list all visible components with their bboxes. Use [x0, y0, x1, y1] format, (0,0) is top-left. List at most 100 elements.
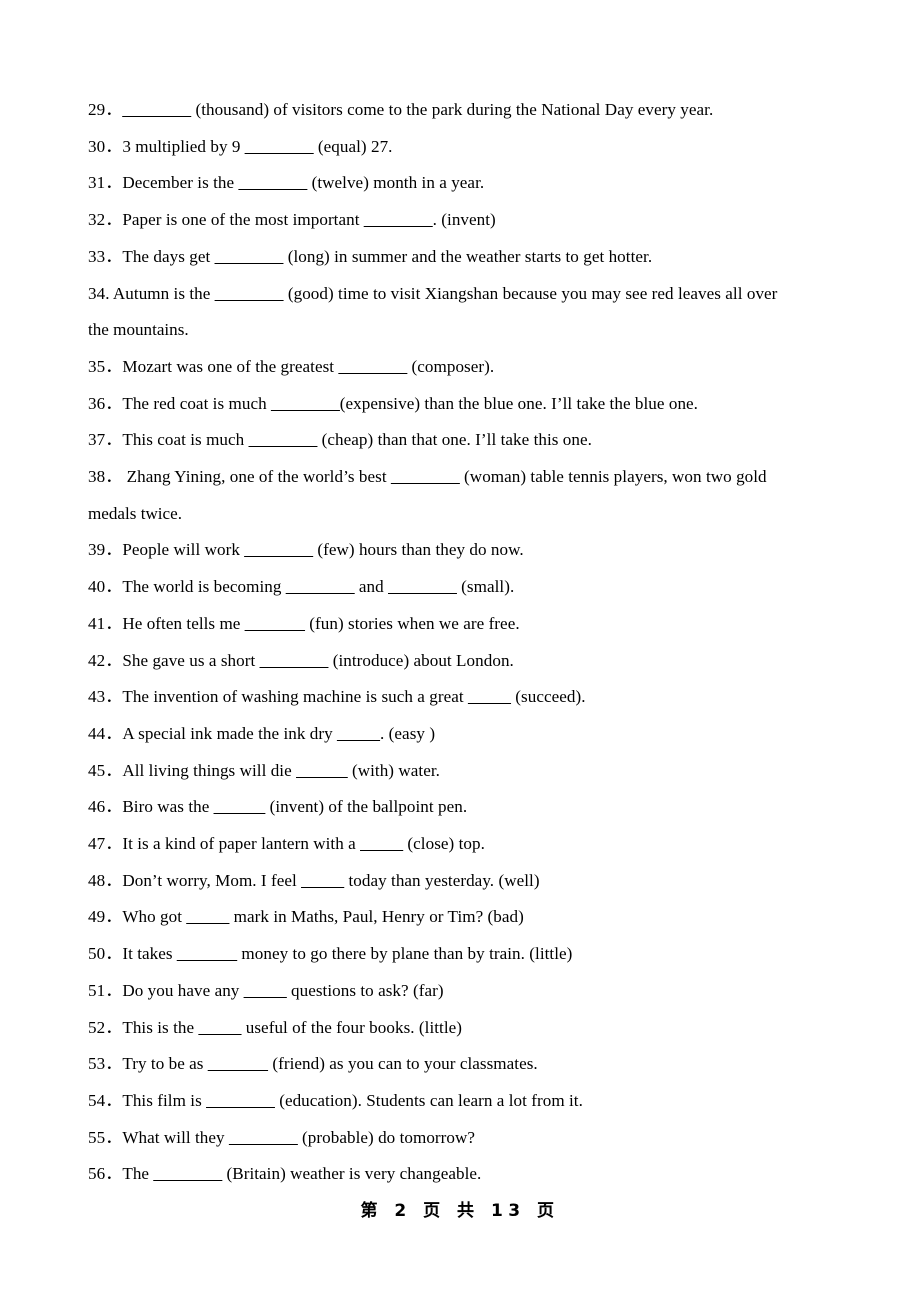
- answer-blank[interactable]: ________: [244, 540, 313, 559]
- sentence-fragment: . (easy ): [380, 723, 436, 743]
- answer-blank[interactable]: ________: [271, 394, 340, 413]
- sentence-fragment: (twelve) month in a year.: [307, 173, 485, 193]
- answer-blank[interactable]: ________: [206, 1091, 275, 1110]
- question-text: December is the ________ (twelve) month …: [122, 173, 484, 192]
- question-item: 40．The world is becoming ________ and __…: [88, 569, 836, 606]
- answer-blank[interactable]: ______: [296, 761, 348, 780]
- question-text: He often tells me _______ (fun) stories …: [122, 614, 519, 633]
- sentence-fragment: (few) hours than they do now.: [313, 540, 524, 560]
- sentence-fragment: A special ink made the ink dry: [122, 723, 338, 743]
- question-item: 37．This coat is much ________ (cheap) th…: [88, 422, 836, 459]
- answer-blank[interactable]: _____: [186, 907, 229, 926]
- sentence-fragment: (composer).: [407, 356, 495, 376]
- question-number: 54．: [88, 1090, 123, 1110]
- answer-blank[interactable]: _____: [244, 981, 287, 1000]
- sentence-fragment: Zhang Yining, one of the world’s best: [126, 467, 391, 487]
- sentence-fragment: All living things will die: [122, 760, 297, 780]
- question-number: 46．: [88, 797, 123, 817]
- answer-blank[interactable]: ________: [238, 173, 307, 192]
- answer-blank[interactable]: ________: [391, 467, 460, 486]
- answer-blank[interactable]: _____: [301, 871, 344, 890]
- question-item: 49．Who got _____ mark in Maths, Paul, He…: [88, 899, 836, 936]
- answer-blank[interactable]: ________: [215, 284, 284, 303]
- question-item: 35．Mozart was one of the greatest ______…: [88, 349, 836, 386]
- question-number: 36．: [88, 393, 123, 413]
- answer-blank[interactable]: _____: [468, 687, 511, 706]
- question-number: 32．: [88, 210, 123, 230]
- question-text: Zhang Yining, one of the world’s best __…: [127, 467, 767, 486]
- answer-blank[interactable]: ________: [249, 430, 318, 449]
- sentence-fragment: 3 multiplied by 9: [122, 136, 245, 156]
- question-item: 51．Do you have any _____ questions to as…: [88, 973, 836, 1010]
- sentence-fragment: Autumn is the: [112, 283, 215, 303]
- answer-blank[interactable]: ________: [364, 210, 433, 229]
- question-continuation: the mountains.: [88, 320, 189, 340]
- question-item: 53．Try to be as _______ (friend) as you …: [88, 1046, 836, 1083]
- answer-blank[interactable]: ________: [388, 577, 457, 596]
- sentence-fragment: Don’t worry, Mom. I feel: [122, 870, 302, 890]
- sentence-fragment: What will they: [122, 1127, 229, 1147]
- sentence-fragment: (with) water.: [347, 760, 440, 780]
- question-item: 50．It takes _______ money to go there by…: [88, 936, 836, 973]
- sentence-fragment: Mozart was one of the greatest: [122, 356, 339, 376]
- question-number: 42．: [88, 650, 123, 670]
- question-item: 47．It is a kind of paper lantern with a …: [88, 826, 836, 863]
- answer-blank[interactable]: ________: [153, 1164, 222, 1183]
- question-text: 3 multiplied by 9 ________ (equal) 27.: [122, 137, 392, 156]
- sentence-fragment: Try to be as: [122, 1054, 208, 1074]
- sentence-fragment: . (invent): [432, 210, 496, 230]
- sentence-fragment: questions to ask? (far): [286, 980, 444, 1000]
- question-item: 55．What will they ________ (probable) do…: [88, 1120, 836, 1157]
- sentence-fragment: The: [122, 1164, 154, 1184]
- question-item: 52．This is the _____ useful of the four …: [88, 1010, 836, 1047]
- question-number: 44．: [88, 723, 123, 743]
- question-number: 37．: [88, 430, 123, 450]
- worksheet-body: 29．________ (thousand) of visitors come …: [88, 92, 836, 1193]
- question-item: 33．The days get ________ (long) in summe…: [88, 239, 836, 276]
- sentence-fragment: (equal) 27.: [313, 136, 393, 156]
- question-number: 43．: [88, 687, 123, 707]
- sentence-fragment: People will work: [122, 540, 245, 560]
- answer-blank[interactable]: ______: [214, 797, 266, 816]
- answer-blank[interactable]: _______: [208, 1054, 268, 1073]
- question-text: The days get ________ (long) in summer a…: [122, 247, 652, 266]
- question-item: 48．Don’t worry, Mom. I feel _____ today …: [88, 863, 836, 900]
- sentence-fragment: Biro was the: [122, 797, 214, 817]
- question-number: 52．: [88, 1017, 123, 1037]
- question-item: 31．December is the ________ (twelve) mon…: [88, 165, 836, 202]
- question-text: Don’t worry, Mom. I feel _____ today tha…: [122, 871, 539, 890]
- sentence-fragment: (small).: [456, 577, 515, 597]
- sentence-fragment: (invent) of the ballpoint pen.: [265, 797, 468, 817]
- question-item: 30．3 multiplied by 9 ________ (equal) 27…: [88, 129, 836, 166]
- question-item: 38． Zhang Yining, one of the world’s bes…: [88, 459, 836, 496]
- answer-blank[interactable]: _______: [245, 614, 305, 633]
- answer-blank[interactable]: ________: [215, 247, 284, 266]
- answer-blank[interactable]: _______: [177, 944, 237, 963]
- question-text: Biro was the ______ (invent) of the ball…: [122, 797, 467, 816]
- question-number: 30．: [88, 136, 123, 156]
- question-number: 48．: [88, 870, 123, 890]
- question-number: 49．: [88, 907, 123, 927]
- answer-blank[interactable]: ________: [122, 100, 191, 119]
- answer-blank[interactable]: _____: [360, 834, 403, 853]
- sentence-fragment: (fun) stories when we are free.: [304, 613, 520, 633]
- sentence-fragment: The invention of washing machine is such…: [122, 687, 468, 707]
- sentence-fragment: This film is: [122, 1090, 207, 1110]
- answer-blank[interactable]: ________: [338, 357, 407, 376]
- sentence-fragment: (education). Students can learn a lot fr…: [274, 1090, 583, 1110]
- question-number: 38．: [88, 467, 127, 487]
- answer-blank[interactable]: _____: [198, 1018, 241, 1037]
- answer-blank[interactable]: ________: [260, 651, 329, 670]
- sentence-fragment: This coat is much: [122, 430, 249, 450]
- question-text: Who got _____ mark in Maths, Paul, Henry…: [122, 907, 524, 926]
- answer-blank[interactable]: ________: [286, 577, 355, 596]
- answer-blank[interactable]: ________: [229, 1128, 298, 1147]
- question-number: 35．: [88, 356, 123, 376]
- answer-blank[interactable]: ________: [245, 137, 314, 156]
- question-number: 47．: [88, 834, 123, 854]
- question-item: 39．People will work ________ (few) hours…: [88, 532, 836, 569]
- sentence-fragment: mark in Maths, Paul, Henry or Tim? (bad): [229, 907, 524, 927]
- sentence-fragment: (close) top.: [403, 834, 485, 854]
- answer-blank[interactable]: _____: [337, 724, 380, 743]
- sentence-fragment: (thousand) of visitors come to the park …: [191, 100, 714, 119]
